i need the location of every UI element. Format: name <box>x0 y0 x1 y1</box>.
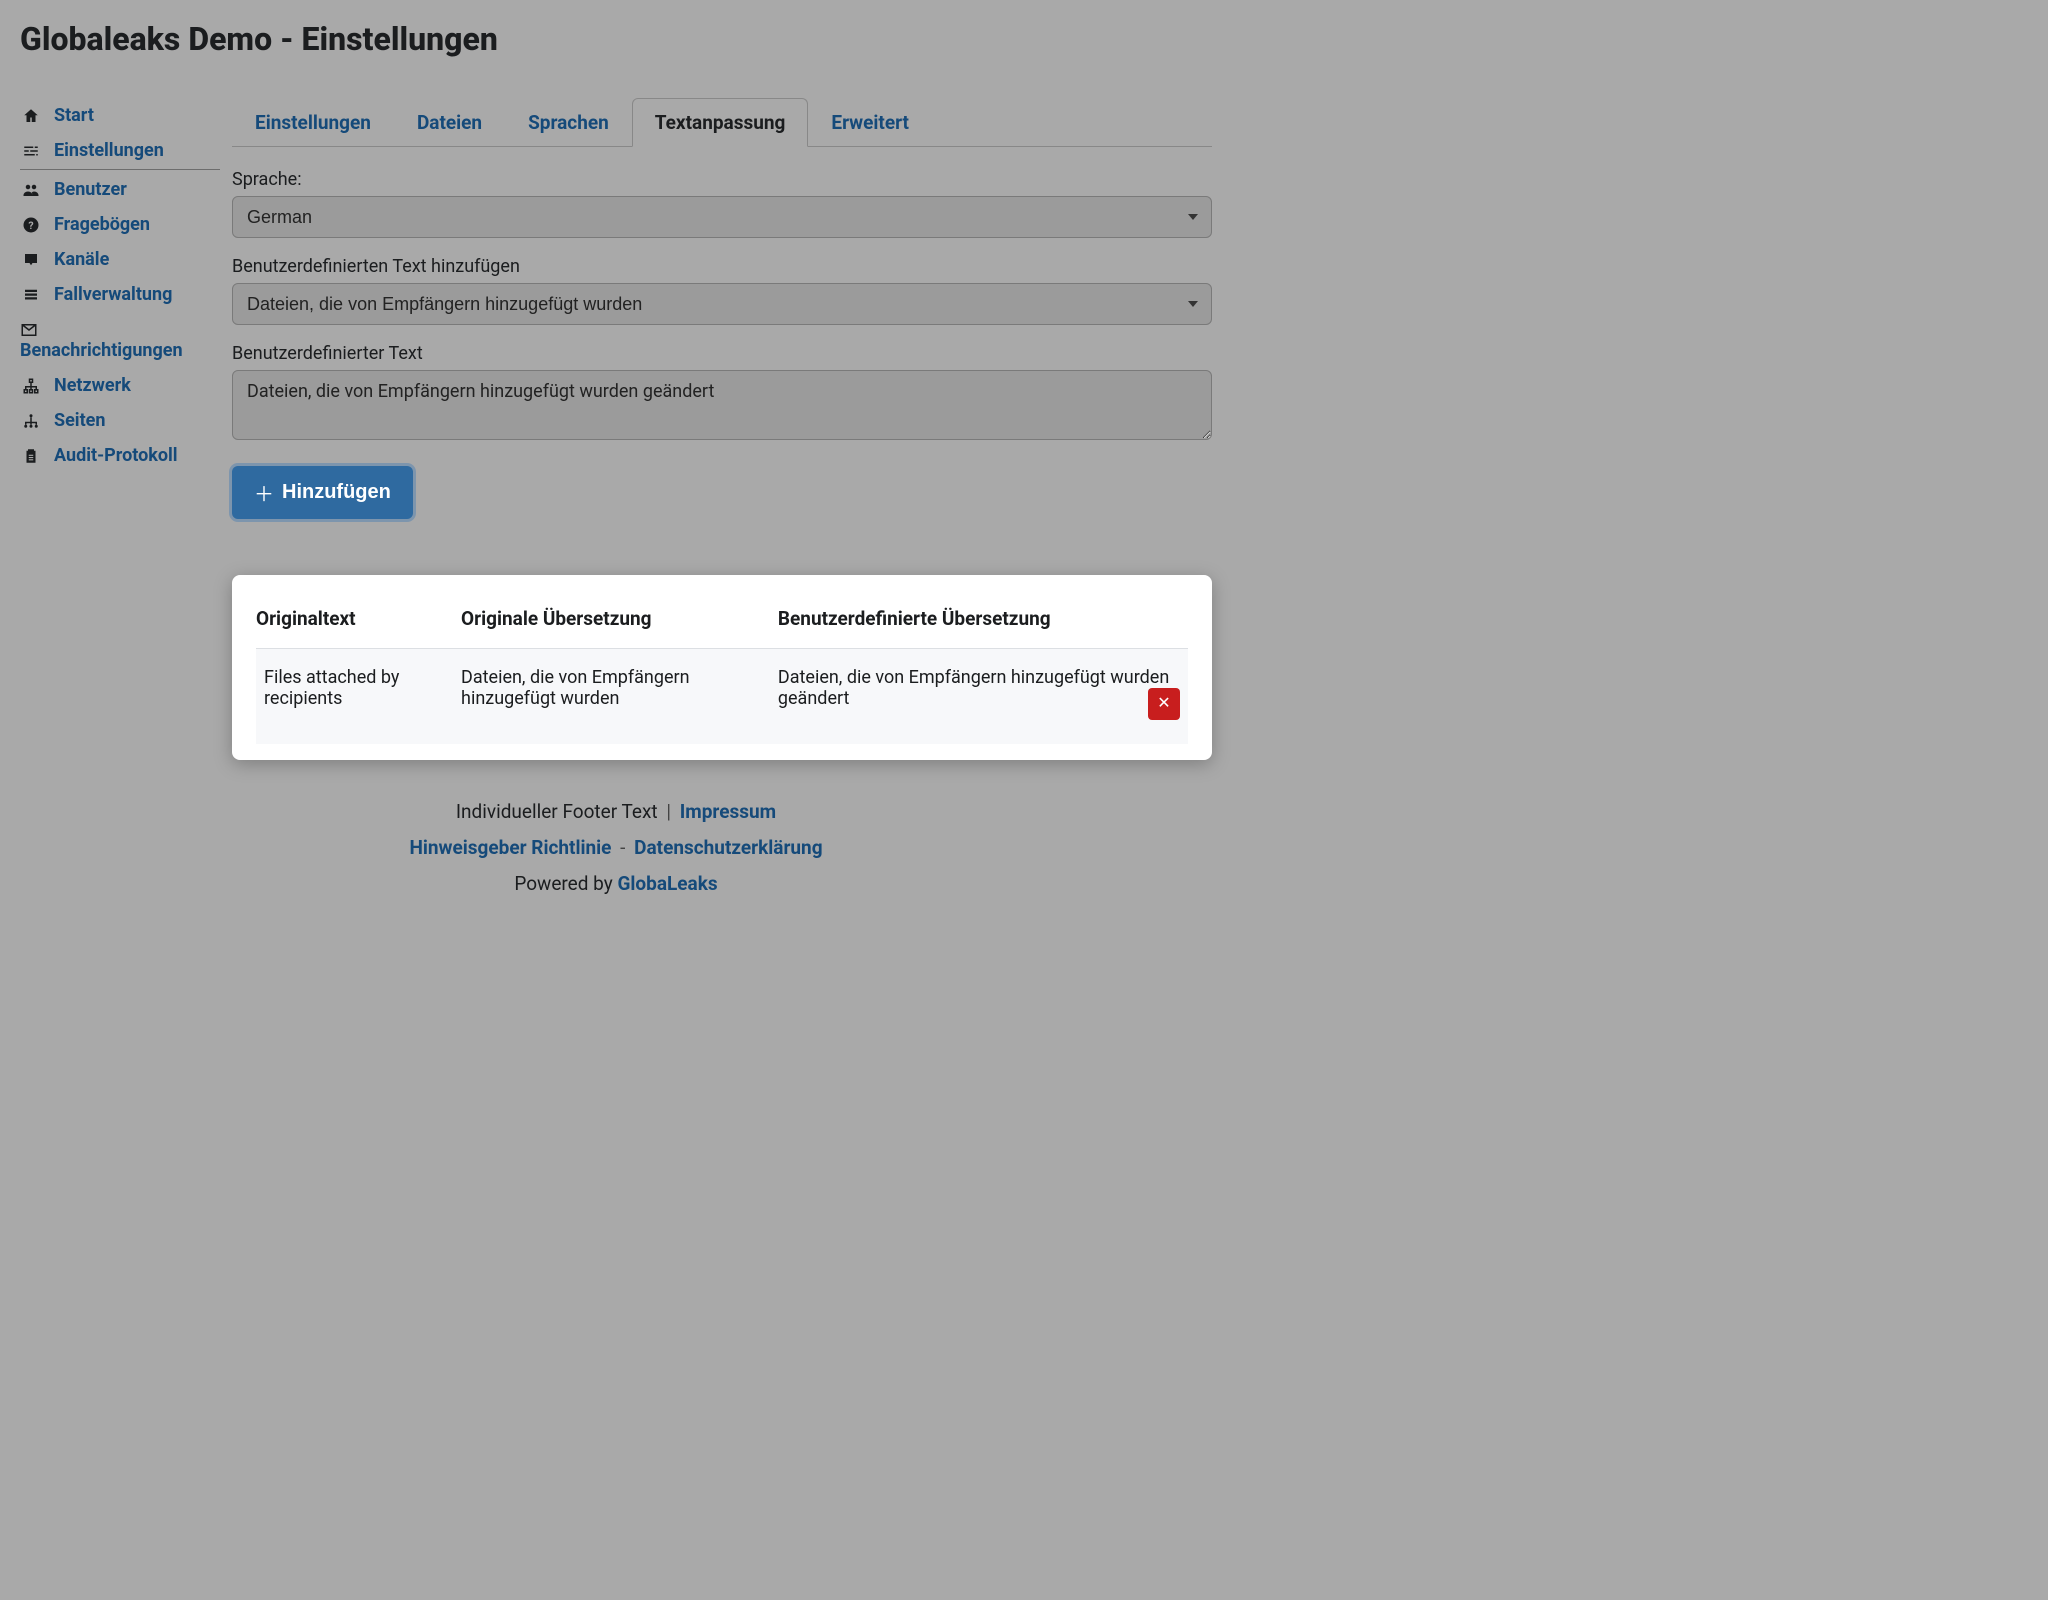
sidebar-item-label: Kanäle <box>54 249 109 270</box>
delete-button[interactable]: ✕ <box>1148 688 1180 720</box>
tab-einstellungen[interactable]: Einstellungen <box>232 98 394 147</box>
home-icon <box>20 105 42 126</box>
sidebar-item-benachrichtigungen[interactable]: Benachrichtigungen <box>20 312 220 368</box>
sidebar-item-label: Netzwerk <box>54 375 131 396</box>
add-text-label: Benutzerdefinierten Text hinzufügen <box>232 256 1212 277</box>
sidebar-item-audit[interactable]: Audit-Protokoll <box>20 438 220 473</box>
footer-policy-link[interactable]: Hinweisgeber Richtlinie <box>409 836 611 859</box>
sidebar-item-frageboegen[interactable]: ? Fragebögen <box>20 207 220 242</box>
col-translation: Originale Übersetzung <box>461 599 778 649</box>
plus-icon: ＋ <box>254 478 274 507</box>
footer: Individueller Footer Text | Impressum Hi… <box>20 794 1212 902</box>
page-title: Globaleaks Demo - Einstellungen <box>20 20 1212 58</box>
sidebar-item-label: Fragebögen <box>54 214 150 235</box>
col-custom: Benutzerdefinierte Übersetzung <box>778 599 1188 649</box>
footer-powered-label: Powered by <box>514 872 617 895</box>
footer-impressum-link[interactable]: Impressum <box>680 800 776 823</box>
network-icon <box>20 375 42 396</box>
footer-custom-text: Individueller Footer Text <box>456 800 658 823</box>
sidebar-item-netzwerk[interactable]: Netzwerk <box>20 368 220 403</box>
add-text-select[interactable]: Dateien, die von Empfängern hinzugefügt … <box>232 283 1212 325</box>
sitemap-icon <box>20 410 42 431</box>
footer-privacy-link[interactable]: Datenschutzerklärung <box>634 836 822 859</box>
question-icon: ? <box>20 214 42 235</box>
footer-brand-link[interactable]: GlobaLeaks <box>617 872 717 895</box>
sidebar-item-label: Seiten <box>54 410 105 431</box>
tab-erweitert[interactable]: Erweitert <box>808 98 932 147</box>
col-original: Originaltext <box>256 599 461 649</box>
clipboard-icon <box>20 445 42 466</box>
list-icon <box>20 284 42 305</box>
sliders-icon <box>20 140 42 161</box>
custom-text-input[interactable] <box>232 370 1212 440</box>
language-label: Sprache: <box>232 169 1212 190</box>
sidebar-item-benutzer[interactable]: Benutzer <box>20 172 220 207</box>
sidebar-item-label: Benutzer <box>54 179 127 200</box>
sidebar-item-label: Audit-Protokoll <box>54 445 178 466</box>
users-icon <box>20 179 42 200</box>
close-icon: ✕ <box>1157 695 1170 712</box>
sidebar-item-fallverwaltung[interactable]: Fallverwaltung <box>20 277 220 312</box>
language-select[interactable]: German <box>232 196 1212 238</box>
sidebar-item-einstellungen[interactable]: Einstellungen <box>20 133 220 170</box>
tab-dateien[interactable]: Dateien <box>394 98 505 147</box>
translations-card: Originaltext Originale Übersetzung Benut… <box>232 575 1212 760</box>
tab-textanpassung[interactable]: Textanpassung <box>632 98 809 147</box>
sidebar-item-label: Fallverwaltung <box>54 284 172 305</box>
add-button-label: Hinzufügen <box>282 481 391 504</box>
cell-original: Files attached by recipients <box>256 649 461 745</box>
sidebar-item-label: Benachrichtigungen <box>20 340 183 361</box>
sidebar-item-label: Start <box>54 105 94 126</box>
sidebar: Start Einstellungen Benutzer ? Frageböge… <box>20 98 220 760</box>
tabs: Einstellungen Dateien Sprachen Textanpas… <box>232 98 1212 147</box>
svg-text:?: ? <box>28 219 33 232</box>
add-button[interactable]: ＋ Hinzufügen <box>232 466 413 519</box>
sidebar-item-start[interactable]: Start <box>20 98 220 133</box>
envelope-icon <box>20 319 38 340</box>
sidebar-item-seiten[interactable]: Seiten <box>20 403 220 438</box>
main-content: Einstellungen Dateien Sprachen Textanpas… <box>220 98 1212 760</box>
cell-custom: Dateien, die von Empfängern hinzugefügt … <box>778 649 1188 745</box>
custom-text-label: Benutzerdefinierter Text <box>232 343 1212 364</box>
sidebar-item-kanaele[interactable]: Kanäle <box>20 242 220 277</box>
tab-sprachen[interactable]: Sprachen <box>505 98 632 147</box>
inbox-icon <box>20 249 42 270</box>
cell-translation: Dateien, die von Empfängern hinzugefügt … <box>461 649 778 745</box>
table-row: Files attached by recipients Dateien, di… <box>256 649 1188 745</box>
sidebar-item-label: Einstellungen <box>54 140 164 161</box>
